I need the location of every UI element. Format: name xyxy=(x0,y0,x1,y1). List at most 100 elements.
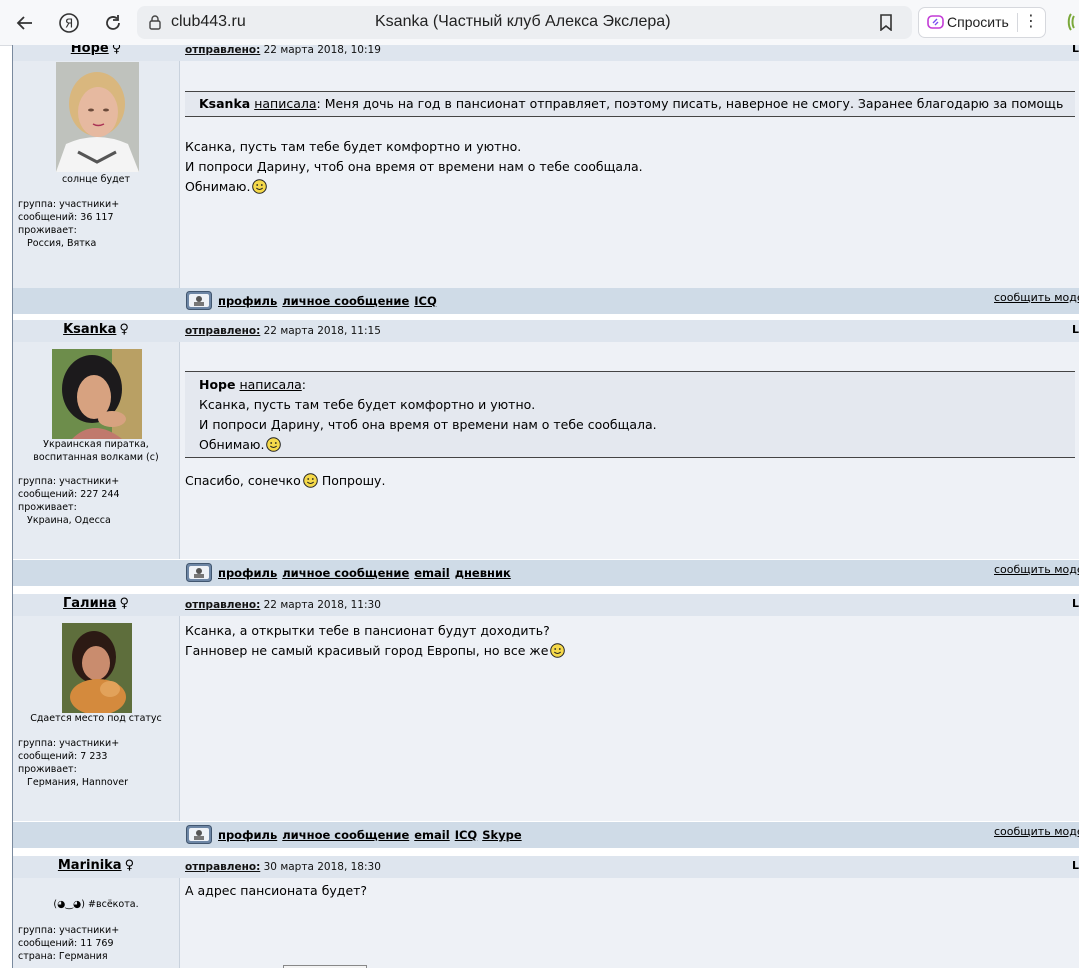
email-link[interactable]: email xyxy=(414,566,449,580)
avatar[interactable] xyxy=(56,62,139,172)
post-permalink[interactable]: отправлено: xyxy=(185,861,260,873)
ask-label: Спросить xyxy=(947,14,1009,30)
user-status: Сдается место под статус xyxy=(30,713,162,724)
reload-icon[interactable] xyxy=(100,10,126,36)
online-status-icon xyxy=(186,563,212,582)
user-info: группа: участники+ сообщений: 227 244 прож… xyxy=(18,476,120,526)
diary-link[interactable]: дневник xyxy=(455,566,511,580)
private-message-link[interactable]: личное сообщение xyxy=(282,566,409,580)
post-footer: профиль личное сообщение ICQ сообщить моде xyxy=(13,288,1079,314)
author-panel: солнце будет группа: участники+ сообщений… xyxy=(13,61,180,288)
user-info: группа: участники+ сообщений: 11 769 стран… xyxy=(18,925,120,962)
forum-post: Галина ♀ отправлено: 22 марта 2018, 11:30… xyxy=(13,594,1079,852)
user-status: Украинская пиратка, воспитанная волками (… xyxy=(33,439,159,463)
forum-post: Ksanka ♀ отправлено: 22 марта 2018, 11:15… xyxy=(13,320,1079,590)
profile-links: профиль личное сообщение email ICQ Skype xyxy=(218,828,527,842)
user-info: группа: участники+ сообщений: 36 117 прожи… xyxy=(18,199,120,249)
post-text: Обнимаю. xyxy=(185,177,268,197)
skype-link[interactable]: Skype xyxy=(482,828,521,842)
post-corner-link[interactable]: L xyxy=(1072,859,1079,872)
icq-link[interactable]: ICQ xyxy=(455,828,478,842)
post-permalink[interactable]: отправлено: xyxy=(185,45,260,56)
female-icon: ♀ xyxy=(111,45,122,56)
post-date: отправлено: 22 марта 2018, 10:19 xyxy=(185,45,381,56)
report-moderator-link[interactable]: сообщить моде xyxy=(994,291,1079,304)
post-header: Ksanka ♀ отправлено: 22 марта 2018, 11:15… xyxy=(13,320,1079,342)
forum-post: Hope ♀ отправлено: 22 марта 2018, 10:19 L… xyxy=(13,45,1079,314)
female-icon: ♀ xyxy=(119,596,129,611)
icq-link[interactable]: ICQ xyxy=(414,294,437,308)
user-status: солнце будет xyxy=(61,174,131,185)
extension-icon[interactable] xyxy=(1065,12,1079,32)
private-message-link[interactable]: личное сообщение xyxy=(282,828,409,842)
post-text: Ксанка, пусть там тебе будет комфортно и… xyxy=(185,139,522,154)
smile-icon xyxy=(252,179,268,194)
post-header: Hope ♀ отправлено: 22 марта 2018, 10:19 L xyxy=(13,45,1079,61)
page-title: Ksanka (Частный клуб Алекса Экслера) xyxy=(375,13,671,30)
back-arrow-icon[interactable] xyxy=(12,10,38,36)
smile-icon xyxy=(550,643,566,658)
post-text: А адрес пансионата будет? xyxy=(185,883,368,898)
site-info-icon[interactable] xyxy=(147,14,163,34)
post-body: А адрес пансионата будет? xyxy=(180,878,1079,968)
url-text[interactable]: club443.ru xyxy=(171,13,246,31)
post-text: Спасибо, сонечко Попрошу. xyxy=(185,473,386,488)
post-body: Ksanka написала: Меня дочь на год в панс… xyxy=(180,61,1079,288)
quote-block: Ksanka написала: Меня дочь на год в панс… xyxy=(185,91,1075,117)
post-author[interactable]: Ksanka ♀ xyxy=(13,322,179,337)
post-date: отправлено: 30 марта 2018, 18:30 xyxy=(185,861,381,873)
post-corner-link[interactable]: L xyxy=(1072,323,1079,336)
forum-thread: Hope ♀ отправлено: 22 марта 2018, 10:19 L… xyxy=(0,45,1079,968)
post-text: Ксанка, а открытки тебе в пансионат буду… xyxy=(185,623,550,638)
post-author[interactable]: Hope ♀ xyxy=(13,45,179,56)
user-status: (◕‿◕) #всёкота. xyxy=(53,899,139,910)
post-footer: профиль личное сообщение email ICQ Skype соо… xyxy=(13,822,1079,848)
post-header: Галина ♀ отправлено: 22 марта 2018, 11:30… xyxy=(13,594,1079,616)
quote-text: Обнимаю. xyxy=(199,435,282,455)
smile-icon xyxy=(303,473,318,488)
post-permalink[interactable]: отправлено: xyxy=(185,599,260,611)
forum-post: Marinika ♀ отправлено: 30 марта 2018, 18:… xyxy=(13,856,1079,968)
author-panel: (◕‿◕) #всёкота. группа: участники+ сообще… xyxy=(13,878,180,968)
online-status-icon xyxy=(186,291,212,310)
ask-button[interactable]: Спросить ⋮ xyxy=(918,7,1046,38)
profile-link[interactable]: профиль xyxy=(218,828,277,842)
profile-links: профиль личное сообщение ICQ xyxy=(218,294,442,308)
private-message-link[interactable]: личное сообщение xyxy=(282,294,409,308)
post-header: Marinika ♀ отправлено: 30 марта 2018, 18:… xyxy=(13,856,1079,878)
more-menu-icon[interactable]: ⋮ xyxy=(1023,11,1039,30)
avatar[interactable] xyxy=(52,349,142,439)
author-panel: Сдается место под статус группа: участни… xyxy=(13,616,180,821)
quote-text: Hope написала: xyxy=(199,377,306,392)
online-status-icon xyxy=(186,825,212,844)
post-author[interactable]: Галина ♀ xyxy=(13,596,179,611)
email-link[interactable]: email xyxy=(414,828,449,842)
post-body: Ксанка, а открытки тебе в пансионат буду… xyxy=(180,616,1079,821)
divider xyxy=(1017,13,1018,32)
browser-toolbar: Я club443.ru Ksanka (Частный клуб Алекса… xyxy=(0,0,1079,46)
profile-link[interactable]: профиль xyxy=(218,566,277,580)
avatar[interactable] xyxy=(62,623,132,713)
profile-links: профиль личное сообщение email дневник xyxy=(218,566,516,580)
author-panel: Украинская пиратка, воспитанная волками (… xyxy=(13,342,180,559)
post-body: Hope написала: Ксанка, пусть там тебе бу… xyxy=(180,342,1079,559)
report-moderator-link[interactable]: сообщить моде xyxy=(994,825,1079,838)
svg-text:Я: Я xyxy=(65,17,73,31)
quote-text: Ksanka написала: Меня дочь на год в панс… xyxy=(199,96,1064,111)
post-corner-link[interactable]: L xyxy=(1072,597,1079,610)
female-icon: ♀ xyxy=(119,322,129,337)
bookmark-icon[interactable] xyxy=(879,14,893,35)
post-footer: профиль личное сообщение email дневник сооб… xyxy=(13,560,1079,586)
yandex-icon[interactable]: Я xyxy=(56,10,82,36)
profile-link[interactable]: профиль xyxy=(218,294,277,308)
address-bar[interactable]: club443.ru Ksanka (Частный клуб Алекса Э… xyxy=(137,6,912,39)
post-date: отправлено: 22 марта 2018, 11:30 xyxy=(185,599,381,611)
post-text: И попроси Дарину, чтоб она время от врем… xyxy=(185,159,643,174)
post-corner-link[interactable]: L xyxy=(1072,45,1079,55)
smile-icon xyxy=(266,437,282,452)
post-permalink[interactable]: отправлено: xyxy=(185,325,260,337)
post-author[interactable]: Marinika ♀ xyxy=(13,858,179,873)
user-info: группа: участники+ сообщений: 7 233 прожив… xyxy=(18,738,129,788)
post-date: отправлено: 22 марта 2018, 11:15 xyxy=(185,325,381,337)
report-moderator-link[interactable]: сообщить моде xyxy=(994,563,1079,576)
